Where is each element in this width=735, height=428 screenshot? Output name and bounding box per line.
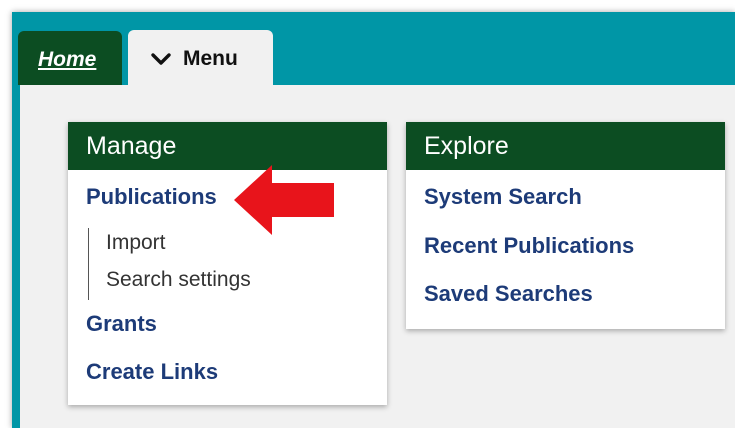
import-link[interactable]: Import xyxy=(106,231,166,255)
manage-card: Manage Publications Import Search settin… xyxy=(68,122,387,405)
submenu-divider xyxy=(88,228,89,300)
tab-menu[interactable]: Menu xyxy=(128,30,273,88)
tab-home[interactable]: Home xyxy=(18,31,122,85)
system-search-link[interactable]: System Search xyxy=(424,184,582,210)
tab-menu-label: Menu xyxy=(183,47,238,70)
menu-panel: Manage Publications Import Search settin… xyxy=(20,85,735,428)
explore-heading: Explore xyxy=(406,122,725,170)
saved-searches-link[interactable]: Saved Searches xyxy=(424,281,593,307)
create-links-link[interactable]: Create Links xyxy=(86,359,218,385)
publications-link[interactable]: Publications xyxy=(86,184,217,210)
search-settings-link[interactable]: Search settings xyxy=(106,268,251,292)
recent-publications-link[interactable]: Recent Publications xyxy=(424,233,634,259)
explore-card: Explore System Search Recent Publication… xyxy=(406,122,725,329)
chevron-down-icon xyxy=(151,53,171,65)
tab-home-label[interactable]: Home xyxy=(38,48,96,72)
red-arrow-icon xyxy=(234,165,334,235)
manage-heading: Manage xyxy=(68,122,387,170)
grants-link[interactable]: Grants xyxy=(86,311,157,337)
